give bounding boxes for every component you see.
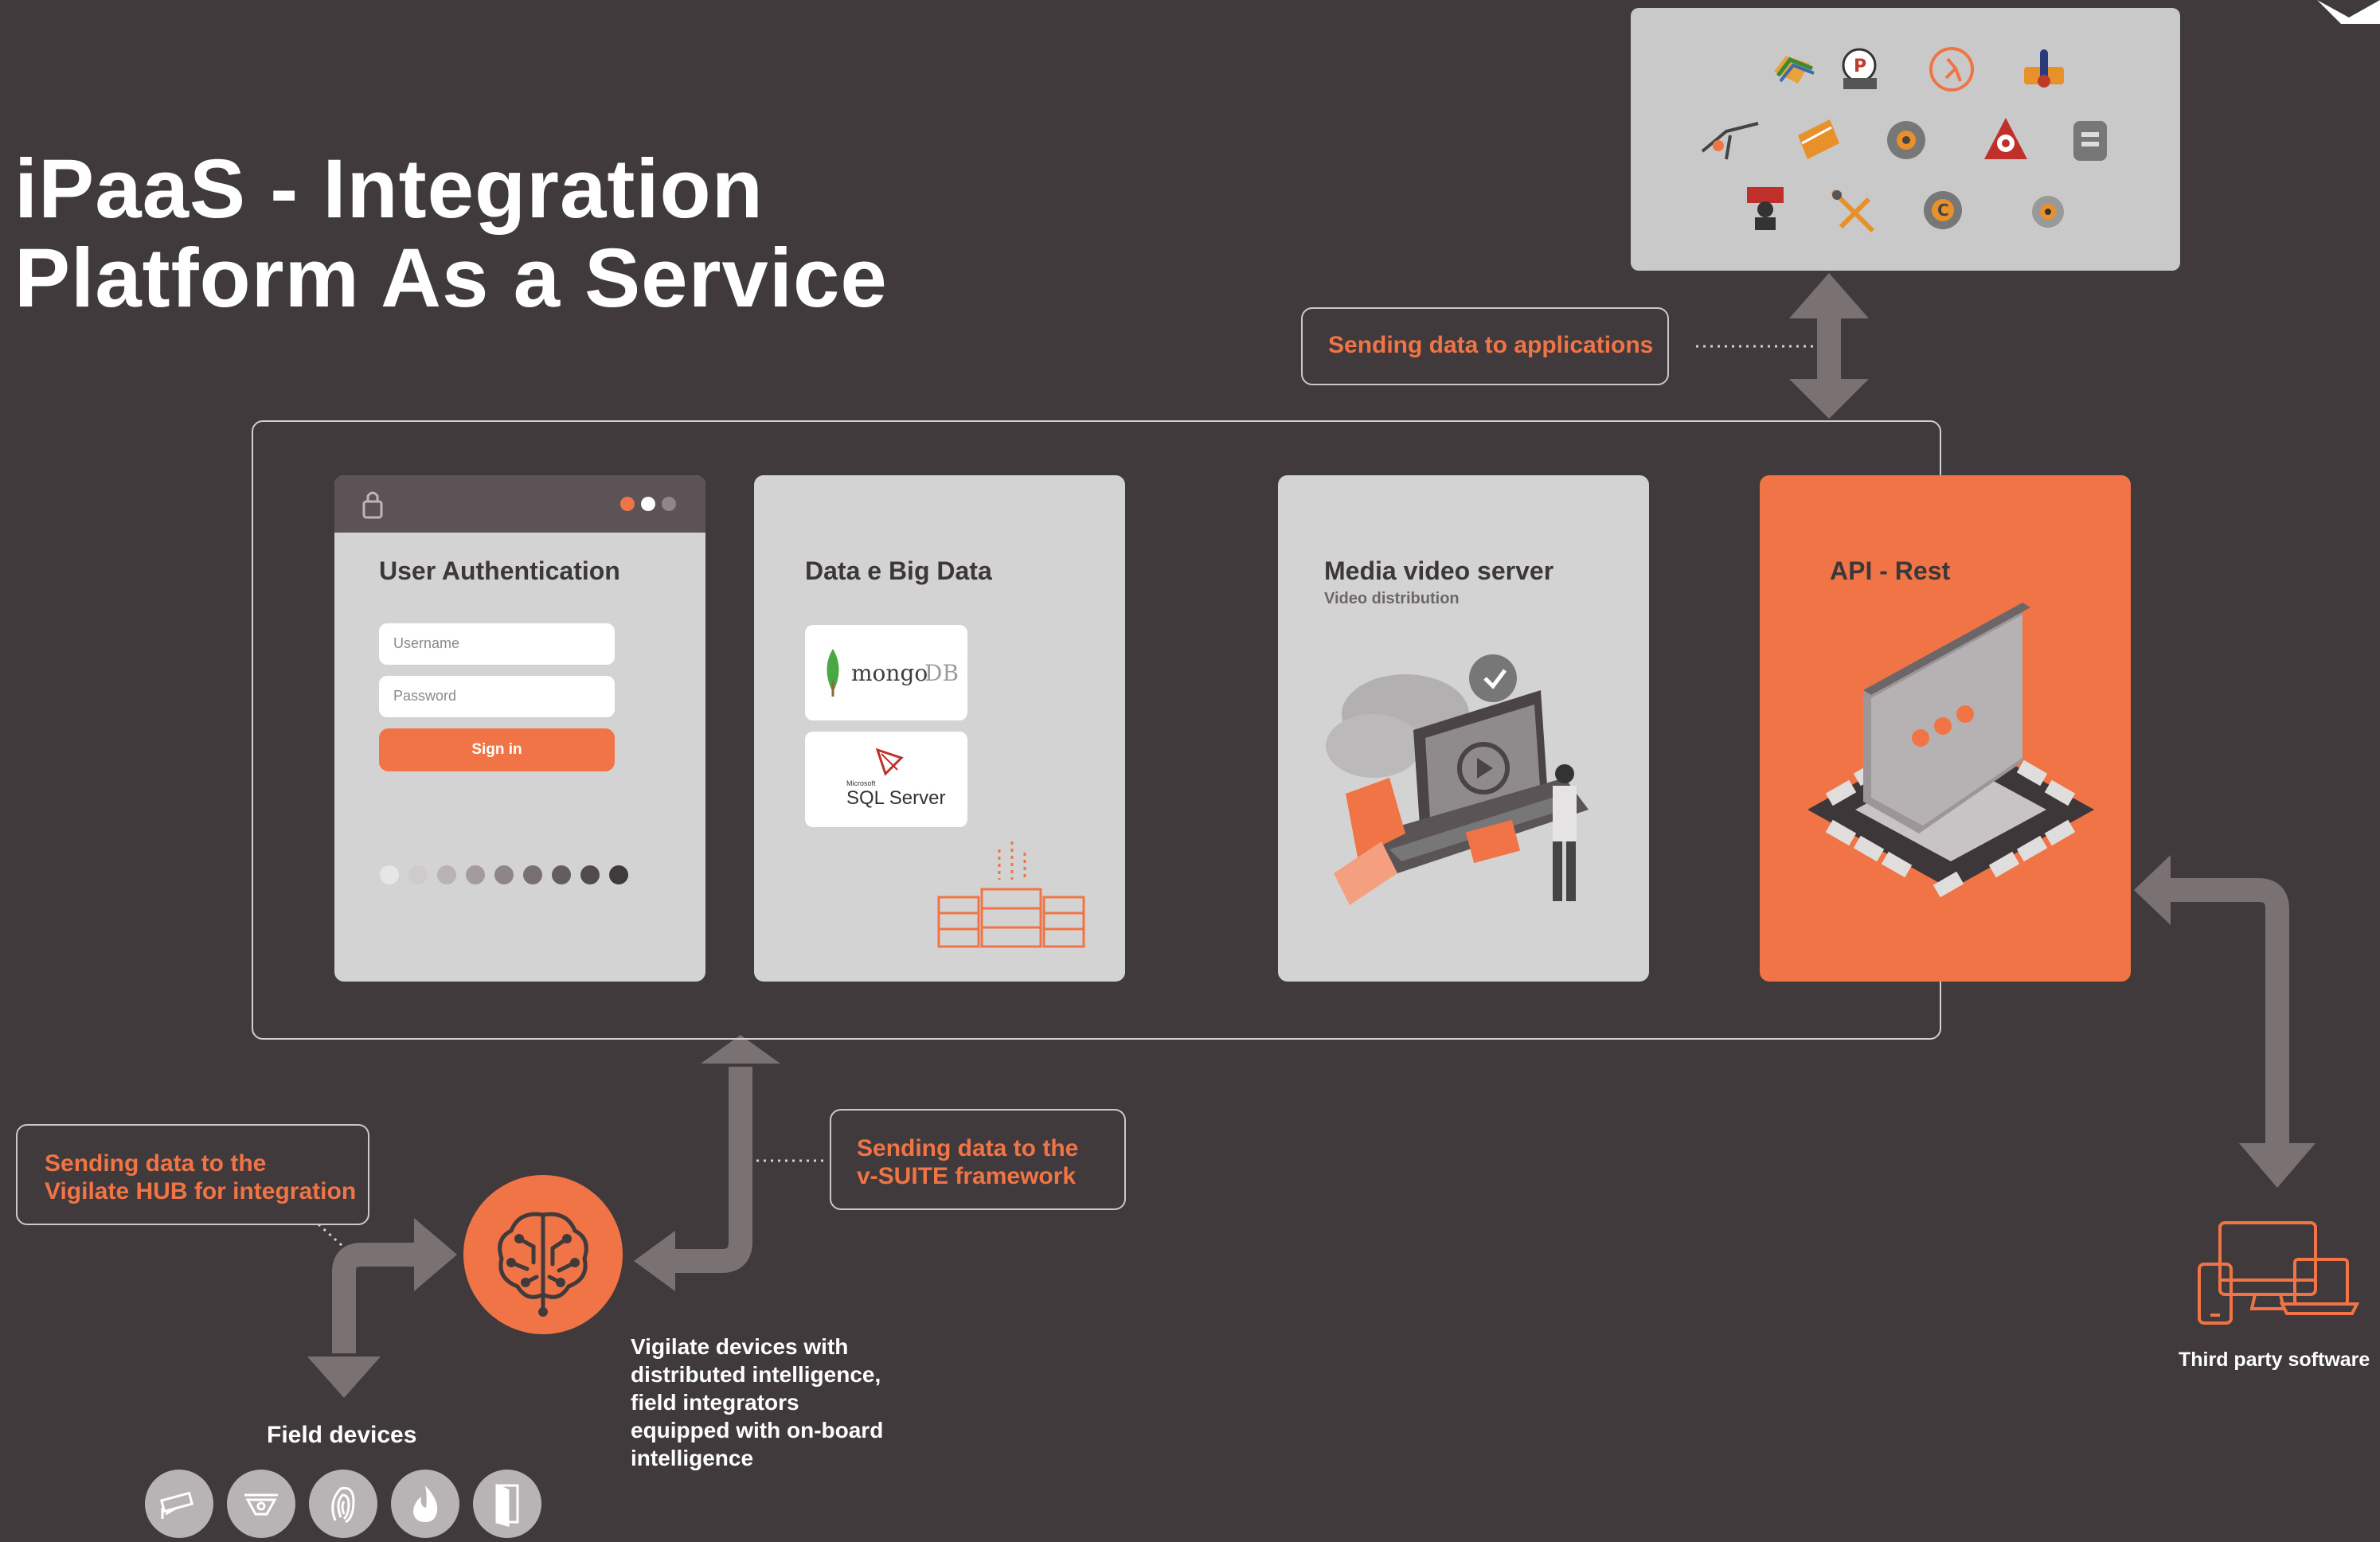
data-card-title: Data e Big Data — [805, 556, 992, 585]
third-party-label: Third party software — [2179, 1349, 2370, 1371]
database-stack-icon — [937, 841, 1085, 948]
api-card-title: API - Rest — [1830, 556, 1951, 585]
vigilate-devices-line-4: equipped with on-board — [631, 1418, 884, 1442]
mongodb-db-text: DB — [924, 660, 959, 686]
vsuite-arrow — [673, 1067, 752, 1273]
third-party-arrow — [2166, 878, 2289, 1146]
sqlserver-microsoft-text: Microsoft — [846, 779, 876, 787]
password-input[interactable]: Password — [379, 676, 615, 717]
dome-camera-icon — [227, 1470, 295, 1538]
api-chip-illustration — [1807, 603, 2094, 898]
callout-vsuite: Sending data to the v-SUITE framework — [830, 1109, 1126, 1210]
field-arrow-head-down — [307, 1357, 381, 1398]
mongodb-logo: mongo DB — [805, 625, 967, 720]
vigilate-devices-line-3: field integrators — [631, 1390, 799, 1415]
fingerprint-icon — [309, 1470, 377, 1538]
vsuite-arrow-head-left — [634, 1231, 675, 1291]
card-api-rest: API - Rest — [1760, 475, 2131, 982]
callout-hub-line-2: Vigilate HUB for integration — [45, 1178, 357, 1204]
video-server-illustration — [1326, 654, 1589, 905]
field-devices-label: Field devices — [267, 1422, 417, 1448]
mongodb-text: mongo — [851, 660, 928, 686]
sqlserver-logo: Microsoft SQL Server — [805, 732, 967, 827]
vigilate-devices-line-2: distributed intelligence, — [631, 1362, 881, 1387]
field-arrow-head-right — [414, 1218, 457, 1291]
sign-in-button[interactable]: Sign in — [379, 728, 615, 771]
loading-dots — [380, 865, 628, 884]
window-dots — [620, 497, 676, 511]
callout-hub: Sending data to the Vigilate HUB for int… — [16, 1124, 369, 1225]
card-user-authentication: User Authentication Username Password Si… — [334, 475, 705, 982]
card-data-big-data: Data e Big Data mongo DB Microsoft SQL S… — [754, 475, 1125, 982]
vigilate-brain-node — [463, 1175, 623, 1334]
third-party-arrow-head-left — [2134, 855, 2171, 925]
brain-icon — [498, 1212, 588, 1317]
media-card-subtitle: Video distribution — [1324, 590, 1460, 607]
mongodb-leaf-icon — [827, 649, 839, 697]
callout-vsuite-line-1: Sending data to the — [857, 1135, 1079, 1161]
devices-icon — [2198, 1221, 2360, 1325]
vigilate-devices-line-5: intelligence — [631, 1446, 754, 1470]
third-party-arrow-head-down — [2239, 1143, 2316, 1188]
apps-double-arrow — [1789, 273, 1869, 419]
sqlserver-text: SQL Server — [846, 787, 946, 809]
media-card-title: Media video server — [1324, 556, 1554, 585]
fire-icon — [391, 1470, 459, 1538]
sqlserver-icon — [875, 748, 904, 776]
card-media-video-server: Media video server Video distribution — [1278, 475, 1649, 982]
door-icon — [473, 1470, 541, 1538]
lock-icon — [362, 491, 383, 519]
auth-card-title: User Authentication — [379, 556, 620, 585]
vigilate-devices-text: Vigilate devices with distributed intell… — [631, 1333, 883, 1472]
vigilate-devices-line-1: Vigilate devices with — [631, 1334, 849, 1359]
camera-icon — [145, 1470, 213, 1538]
callout-vsuite-line-2: v-SUITE framework — [857, 1163, 1077, 1189]
hub-dotted — [317, 1223, 344, 1247]
callout-hub-line-1: Sending data to the — [45, 1150, 267, 1177]
field-arrow — [332, 1243, 420, 1353]
username-input[interactable]: Username — [379, 623, 615, 665]
